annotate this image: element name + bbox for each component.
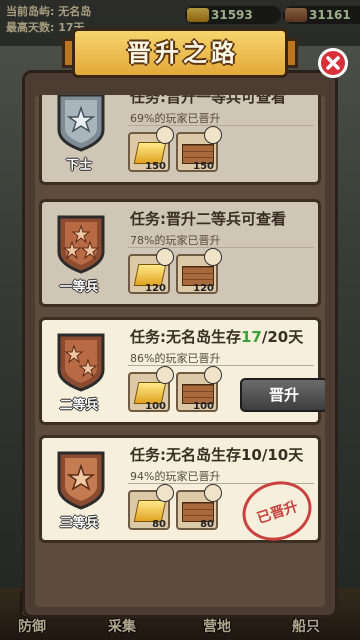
rank-card-private-third: 三等兵 任务:无名岛生存10/10天 94%的玩家已晋升 80 80 已晋升 <box>39 435 321 550</box>
reward-amount: 150 <box>193 161 214 172</box>
task-text: 任务:晋升一等兵可查看 <box>130 95 286 106</box>
badge-label: 二等兵 <box>59 398 99 413</box>
reward-amount: 80 <box>152 519 166 530</box>
close-icon <box>326 56 340 70</box>
rank-card-corporal: 下士 任务:晋升一等兵可查看 69%的玩家已晋升 150 150 <box>39 95 321 185</box>
reward-gold-slot: 120 <box>128 248 174 294</box>
title-banner: 晋升之路 <box>62 28 298 80</box>
reward-gold-slot: 150 <box>128 126 174 172</box>
badge-label: 一等兵 <box>59 280 99 295</box>
reward-tag-icon <box>156 484 174 502</box>
task-text: 任务:无名岛生存17/20天 <box>130 326 303 347</box>
badge-label: 下士 <box>65 158 92 173</box>
reward-wood-slot: 80 <box>176 484 222 530</box>
promoted-percent: 94%的玩家已晋升 <box>130 470 221 483</box>
private-second-rank-badge <box>57 333 105 392</box>
promoted-percent: 78%的玩家已晋升 <box>130 234 221 247</box>
reward-amount: 150 <box>145 161 166 172</box>
reward-amount: 80 <box>200 519 214 530</box>
promotion-list[interactable]: 下士 任务:晋升一等兵可查看 69%的玩家已晋升 150 150 一等兵 任务:… <box>35 95 325 607</box>
reward-wood-slot: 100 <box>176 366 222 412</box>
promotion-modal: 下士 任务:晋升一等兵可查看 69%的玩家已晋升 150 150 一等兵 任务:… <box>22 70 338 618</box>
private-first-rank-badge <box>57 215 105 274</box>
reward-amount: 120 <box>193 283 214 294</box>
close-button[interactable] <box>318 48 348 78</box>
banner-body: 晋升之路 <box>72 28 288 78</box>
task-prefix: 任务:无名岛生存 <box>130 328 241 346</box>
reward-amount: 100 <box>193 401 214 412</box>
promote-button[interactable]: 晋升 <box>240 378 325 412</box>
badge-label: 三等兵 <box>59 516 99 531</box>
divider <box>128 247 314 248</box>
private-third-rank-badge <box>57 451 105 510</box>
modal-title: 晋升之路 <box>127 39 239 67</box>
task-suffix: /20天 <box>261 328 304 346</box>
reward-gold-slot: 80 <box>128 484 174 530</box>
rank-card-private-second: 二等兵 任务:无名岛生存17/20天 86%的玩家已晋升 100 100 晋升 <box>39 317 325 425</box>
reward-amount: 100 <box>145 401 166 412</box>
divider <box>128 365 314 366</box>
reward-tag-icon <box>156 366 174 384</box>
reward-tag-icon <box>204 126 222 144</box>
reward-tag-icon <box>156 126 174 144</box>
promoted-stamp: 已晋升 <box>234 472 320 550</box>
promoted-percent: 86%的玩家已晋升 <box>130 352 221 365</box>
reward-tag-icon <box>156 248 174 266</box>
reward-amount: 120 <box>145 283 166 294</box>
reward-wood-slot: 120 <box>176 248 222 294</box>
corporal-rank-badge <box>57 95 105 152</box>
reward-tag-icon <box>204 366 222 384</box>
divider <box>128 125 314 126</box>
rank-card-private-first: 一等兵 任务:晋升二等兵可查看 78%的玩家已晋升 120 120 <box>39 199 321 307</box>
task-progress: 17 <box>241 328 262 346</box>
promoted-percent: 69%的玩家已晋升 <box>130 112 221 125</box>
stamp-label: 已晋升 <box>255 498 301 527</box>
reward-gold-slot: 100 <box>128 366 174 412</box>
reward-tag-icon <box>204 484 222 502</box>
reward-wood-slot: 150 <box>176 126 222 172</box>
reward-tag-icon <box>204 248 222 266</box>
task-text: 任务:无名岛生存10/10天 <box>130 446 304 464</box>
task-text: 任务:晋升二等兵可查看 <box>130 210 286 228</box>
